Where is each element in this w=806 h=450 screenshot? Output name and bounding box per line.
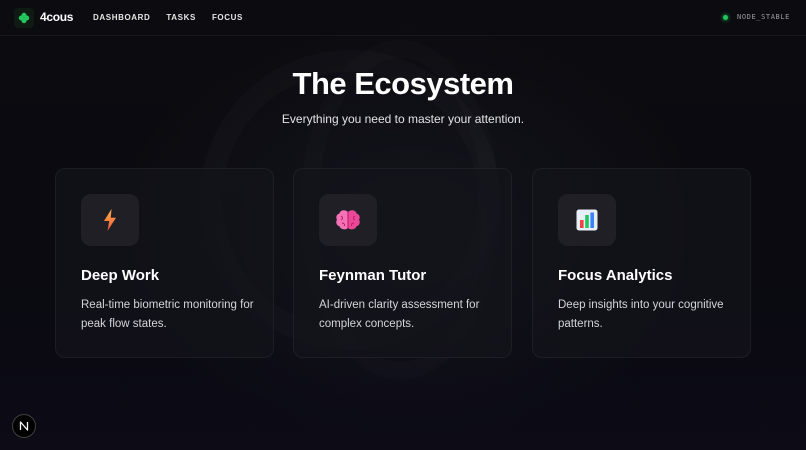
status-dot-icon	[723, 14, 729, 20]
card-title: Deep Work	[81, 267, 160, 284]
nav-link-tasks[interactable]: TASKS	[166, 13, 196, 22]
framework-badge-button[interactable]	[12, 414, 36, 438]
page: 4cous DASHBOARD TASKS FOCUS NODE_STABLE …	[0, 0, 806, 450]
nav-links: DASHBOARD TASKS FOCUS	[93, 13, 243, 22]
card-icon-container	[81, 194, 139, 246]
card-description: Real-time biometric monitoring for peak …	[81, 299, 254, 330]
card-title: Feynman Tutor	[319, 267, 427, 284]
card-description: AI-driven clarity assessment for complex…	[319, 299, 480, 330]
nav-link-dashboard[interactable]: DASHBOARD	[93, 13, 150, 22]
card-icon-container	[319, 194, 377, 246]
page-subtitle: Everything you need to master your atten…	[281, 112, 525, 126]
nav-link-focus[interactable]: FOCUS	[212, 13, 243, 22]
brain-icon	[336, 210, 360, 230]
top-navbar: 4cous DASHBOARD TASKS FOCUS NODE_STABLE	[0, 0, 806, 36]
card-title: Focus Analytics	[558, 267, 673, 284]
card-description: Deep insights into your cognitive patter…	[558, 299, 724, 330]
feature-card-focus-analytics[interactable]: Focus Analytics Deep insights into your …	[532, 168, 751, 358]
page-title: The Ecosystem	[292, 66, 514, 101]
status-text: NODE_STABLE	[737, 13, 790, 21]
bar-chart-icon	[576, 209, 598, 231]
brand-name[interactable]: 4cous	[40, 10, 73, 24]
feature-card-feynman-tutor[interactable]: Feynman Tutor AI-driven clarity assessme…	[293, 168, 512, 358]
node-status: NODE_STABLE	[723, 13, 790, 21]
card-icon-container	[558, 194, 616, 246]
clover-logo-icon[interactable]	[14, 8, 34, 28]
clover-icon	[18, 12, 30, 24]
n-logo-icon	[19, 421, 29, 431]
lightning-icon	[104, 209, 116, 231]
feature-card-deep-work[interactable]: Deep Work Real-time biometric monitoring…	[55, 168, 274, 358]
